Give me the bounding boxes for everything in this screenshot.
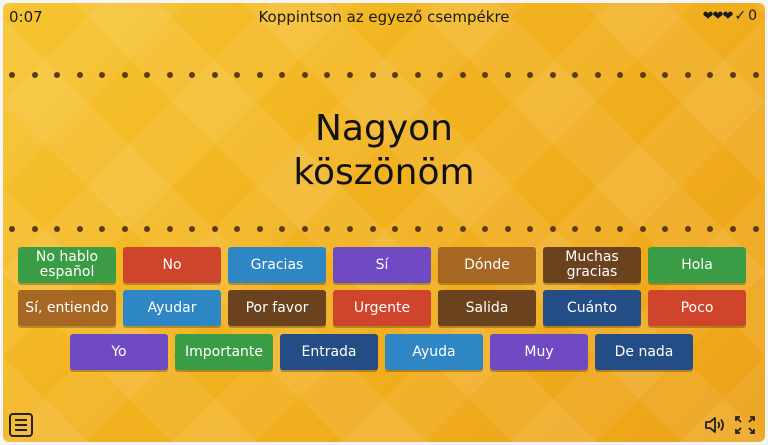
answer-tile[interactable]: Por favor bbox=[228, 290, 326, 326]
answer-tile[interactable]: Muy bbox=[490, 334, 588, 370]
answer-tile[interactable]: Importante bbox=[175, 334, 273, 370]
answer-tile[interactable]: Dónde bbox=[438, 247, 536, 283]
answer-tile[interactable]: Ayudar bbox=[123, 290, 221, 326]
answer-tile[interactable]: Gracias bbox=[228, 247, 326, 283]
answer-tile[interactable]: Urgente bbox=[333, 290, 431, 326]
answer-tile[interactable]: Yo bbox=[70, 334, 168, 370]
answer-tile[interactable]: Muchas gracias bbox=[543, 247, 641, 283]
answer-tile[interactable]: No hablo español bbox=[18, 247, 116, 283]
answer-tile[interactable]: Sí, entiendo bbox=[18, 290, 116, 326]
answer-tile[interactable]: Poco bbox=[648, 290, 746, 326]
answer-tile[interactable]: Salida bbox=[438, 290, 536, 326]
menu-icon[interactable] bbox=[9, 413, 33, 437]
game-frame: 0:07 Koppintson az egyező csempékre ❤❤❤ … bbox=[3, 3, 765, 442]
answer-tile[interactable]: Ayuda bbox=[385, 334, 483, 370]
fullscreen-icon[interactable] bbox=[733, 414, 757, 436]
bottom-bar bbox=[3, 408, 765, 442]
answer-tile[interactable]: Entrada bbox=[280, 334, 378, 370]
answer-tile[interactable]: Hola bbox=[648, 247, 746, 283]
tile-grid: No hablo español No Gracias Sí Dónde Muchas g… bbox=[3, 3, 765, 442]
volume-icon[interactable] bbox=[703, 414, 727, 436]
answer-tile[interactable]: No bbox=[123, 247, 221, 283]
answer-tile[interactable]: De nada bbox=[595, 334, 693, 370]
answer-tile[interactable]: Sí bbox=[333, 247, 431, 283]
answer-tile[interactable]: Cuánto bbox=[543, 290, 641, 326]
